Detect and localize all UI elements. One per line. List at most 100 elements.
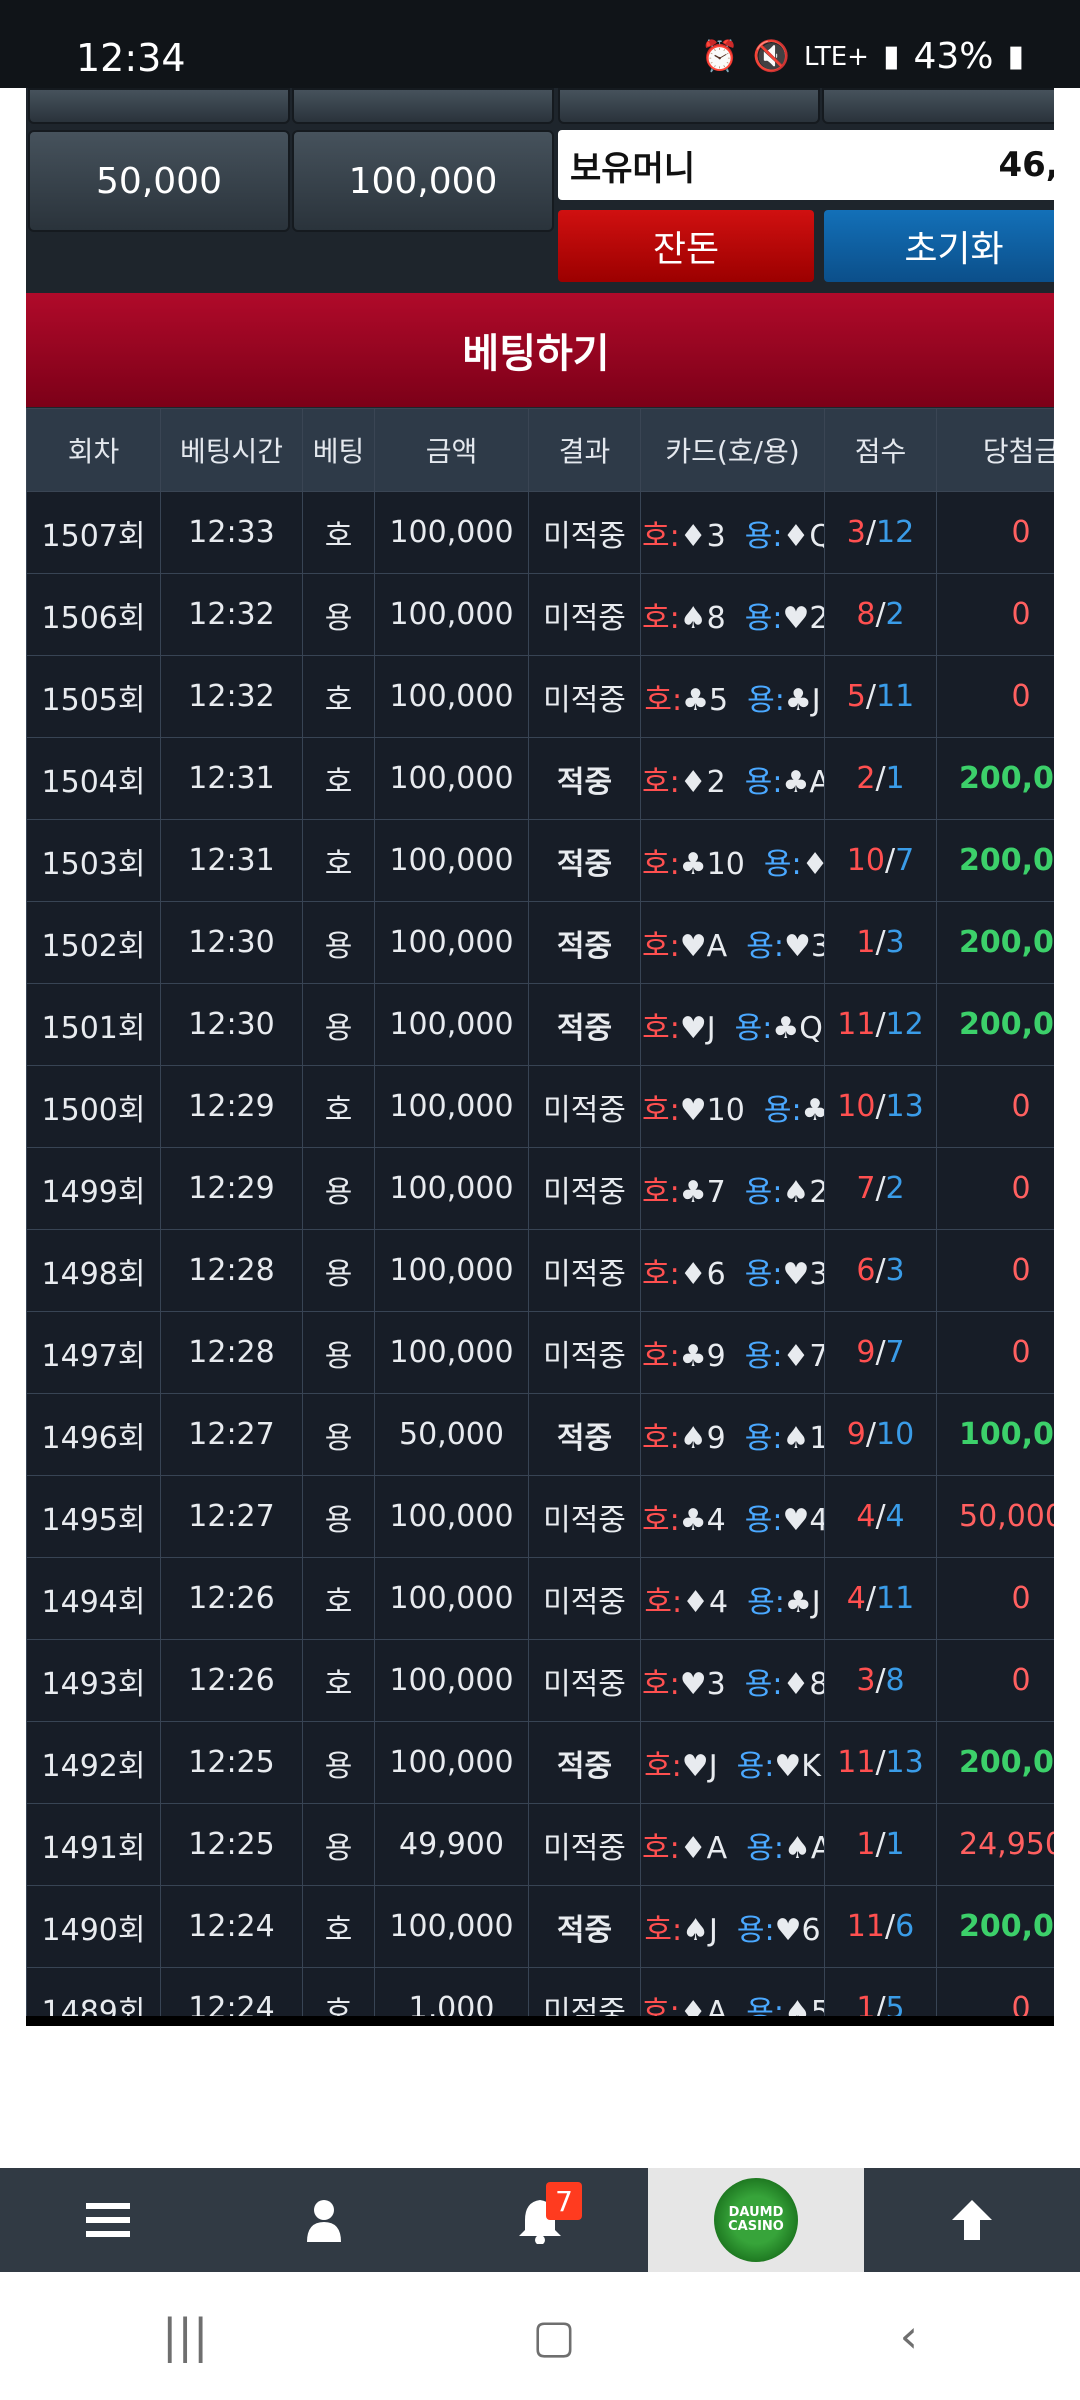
chip-button-top-3[interactable] [558, 88, 820, 124]
cards-cell: 호:♠J 용:♥6 [640, 1885, 825, 1968]
result-cell: 미적중 [528, 1229, 641, 1312]
score-yong: 13 [885, 1089, 924, 1124]
chip-button-top-2[interactable] [292, 88, 554, 124]
card-ho-prefix: 호: [642, 1010, 680, 1046]
card-yong-prefix: 용: [744, 518, 783, 554]
time-cell: 12:26 [160, 1557, 303, 1640]
score-cell: 8/2 [824, 573, 937, 656]
network-label: LTE+ [803, 41, 869, 72]
payout-cell: 0 [936, 655, 1054, 738]
card-yong-prefix: 용: [744, 1338, 783, 1374]
reset-button[interactable]: 초기화 [824, 210, 1054, 282]
bet-side-cell: 용 [302, 1147, 375, 1230]
table-row: 1501회12:30용100,000적중호:♥J 용:♣Q11/12200,00 [26, 983, 1054, 1066]
card-yong-prefix: 용: [744, 1420, 783, 1456]
change-button[interactable]: 잔돈 [558, 210, 814, 282]
bet-side-cell: 용 [302, 1803, 375, 1886]
score-cell: 10/7 [824, 819, 937, 902]
time-cell: 12:24 [160, 1885, 303, 1968]
card-yong-value: ♥3 [783, 928, 824, 964]
score-yong: 2 [885, 1171, 905, 1206]
recents-icon[interactable]: ||| [162, 2309, 209, 2363]
score-ho: 10 [837, 1089, 876, 1124]
card-ho-prefix: 호: [642, 928, 680, 964]
score-cell: 5/11 [824, 655, 937, 738]
time-cell: 12:25 [160, 1721, 303, 1804]
header-amount: 금액 [374, 408, 529, 492]
cards-cell: 호:♦A 용:♠A [640, 1803, 825, 1886]
score-yong: 11 [876, 1581, 915, 1616]
result-cell: 미적중 [528, 1803, 641, 1886]
score-separator: / [875, 761, 886, 796]
result-cell: 미적중 [528, 1065, 641, 1148]
card-yong-value: ♣K [802, 1093, 824, 1128]
payout-cell: 100,00 [936, 1393, 1054, 1476]
card-ho-prefix: 호: [644, 1748, 682, 1784]
amount-cell: 100,000 [374, 901, 529, 984]
notifications-button[interactable]: 7 [432, 2168, 648, 2272]
chip-button-50000[interactable]: 50,000 [28, 130, 290, 232]
card-ho-value: ♥3 [679, 1666, 726, 1702]
amount-cell: 100,000 [374, 1311, 529, 1394]
time-cell: 12:31 [160, 737, 303, 820]
score-ho: 8 [856, 597, 876, 632]
score-ho: 2 [856, 761, 876, 796]
score-yong: 6 [895, 1909, 915, 1944]
cards-cell: 호:♣5 용:♣J [640, 655, 825, 738]
score-yong: 13 [885, 1745, 924, 1780]
score-separator: / [875, 1745, 886, 1780]
card-yong-prefix: 용: [736, 1748, 775, 1784]
round-cell: 1492회 [26, 1721, 161, 1804]
round-cell: 1502회 [26, 901, 161, 984]
payout-cell: 0 [936, 1557, 1054, 1640]
score-ho: 6 [856, 1253, 876, 1288]
table-row: 1494회 12:26 호 100,000 미적중 호:♦4 용:♣J 4/11 0 [26, 1557, 1054, 1640]
chip-button-top-4[interactable] [822, 88, 1054, 124]
payout-cell: 0 [936, 1065, 1054, 1148]
chip-button-top-1[interactable] [28, 88, 290, 124]
result-cell: 적중 [528, 737, 641, 820]
alarm-icon: ⏰ [701, 39, 739, 74]
amount-cell: 100,000 [374, 1639, 529, 1722]
card-yong-prefix: 용: [747, 1584, 785, 1620]
signal-icon: ▮ [882, 39, 900, 74]
card-ho-prefix: 호: [642, 1338, 680, 1374]
header-cards: 카드(호/용) [640, 408, 825, 492]
casino-logo-button[interactable]: DAUMD CASINO [648, 2168, 864, 2272]
payout-cell: 0 [936, 573, 1054, 656]
cards-cell: 호:♦3 용:♦Q [640, 491, 825, 574]
chip-button-100000[interactable]: 100,000 [292, 130, 554, 232]
card-yong-prefix: 용: [744, 764, 783, 800]
home-icon[interactable]: ▢ [532, 2309, 575, 2363]
score-yong: 12 [885, 1007, 924, 1042]
payout-cell: 50,000 [936, 1475, 1054, 1558]
place-bet-button[interactable]: 베팅하기 [26, 293, 1054, 407]
payout-cell: 200,00 [936, 901, 1054, 984]
card-ho-value: ♣5 [682, 682, 729, 718]
amount-cell: 100,000 [374, 1147, 529, 1230]
time-cell: 12:27 [160, 1475, 303, 1558]
profile-button[interactable] [216, 2168, 432, 2272]
menu-button[interactable] [0, 2168, 216, 2272]
round-cell: 1507회 [26, 491, 161, 574]
cards-cell: 호:♣9 용:♦7 [640, 1311, 825, 1394]
payout-cell: 200,00 [936, 819, 1054, 902]
amount-cell: 100,000 [374, 1557, 529, 1640]
score-separator: / [875, 597, 886, 632]
payout-cell: 200,00 [936, 1721, 1054, 1804]
card-yong-prefix: 용: [736, 1912, 775, 1948]
cards-cell: 호:♣10 용:♦7 [640, 819, 825, 902]
table-row: 1490회12:24호100,000적중호:♠J 용:♥611/6200,00 [26, 1885, 1054, 1968]
score-separator: / [865, 1417, 876, 1452]
score-cell: 9/10 [824, 1393, 937, 1476]
result-cell: 미적중 [528, 1311, 641, 1394]
back-icon[interactable]: ‹ [900, 2309, 918, 2363]
score-cell: 9/7 [824, 1311, 937, 1394]
header-score: 점수 [824, 408, 937, 492]
table-row: 1493회 12:26 호 100,000 미적중 호:♥3 용:♦8 3/8 0 [26, 1639, 1054, 1722]
round-cell: 1501회 [26, 983, 161, 1066]
scroll-top-button[interactable] [864, 2168, 1080, 2272]
table-row: 1495회 12:27 용 100,000 미적중 호:♣4 용:♥4 4/4 50,000 [26, 1475, 1054, 1558]
card-ho-prefix: 호: [642, 1420, 680, 1456]
score-separator: / [884, 1909, 896, 1944]
